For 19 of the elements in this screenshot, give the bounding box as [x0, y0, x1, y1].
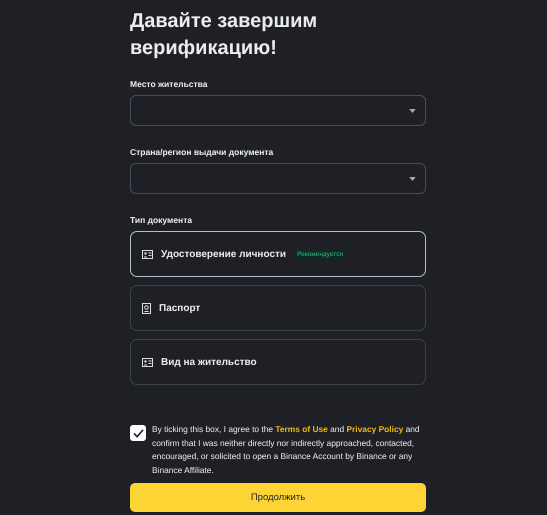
id-card-icon: [142, 250, 153, 258]
passport-icon: [142, 302, 151, 314]
document-option[interactable]: Паспорт: [130, 285, 426, 331]
field-label: Тип документа: [130, 215, 194, 225]
id-card-icon: [142, 358, 153, 366]
field-label: Место жительства: [130, 79, 209, 89]
consent-checkbox[interactable]: [130, 425, 146, 441]
caret-icon: [409, 176, 416, 180]
document-option[interactable]: Вид на жительство: [130, 339, 426, 385]
residence-select[interactable]: [130, 95, 426, 126]
check-icon: [132, 428, 144, 438]
consent-text: By ticking this box, I agree to the Terms of Use and Privacy Policy and confirm that I was neither directly nor indirectly approached, contacted, encouraged, or solicited to open a Binance Account by Binance or any Binance Affiliate.: [152, 423, 421, 476]
terms-link[interactable]: Terms of Use: [275, 424, 328, 434]
page-title: Давайте завершим верификацию!: [130, 9, 318, 61]
caret-icon: [409, 108, 416, 112]
privacy-link[interactable]: Privacy Policy: [346, 424, 404, 434]
country-select[interactable]: [130, 163, 426, 194]
continue-button[interactable]: Продолжить: [130, 483, 426, 512]
field-label: Страна/регион выдачи документа: [130, 147, 274, 157]
